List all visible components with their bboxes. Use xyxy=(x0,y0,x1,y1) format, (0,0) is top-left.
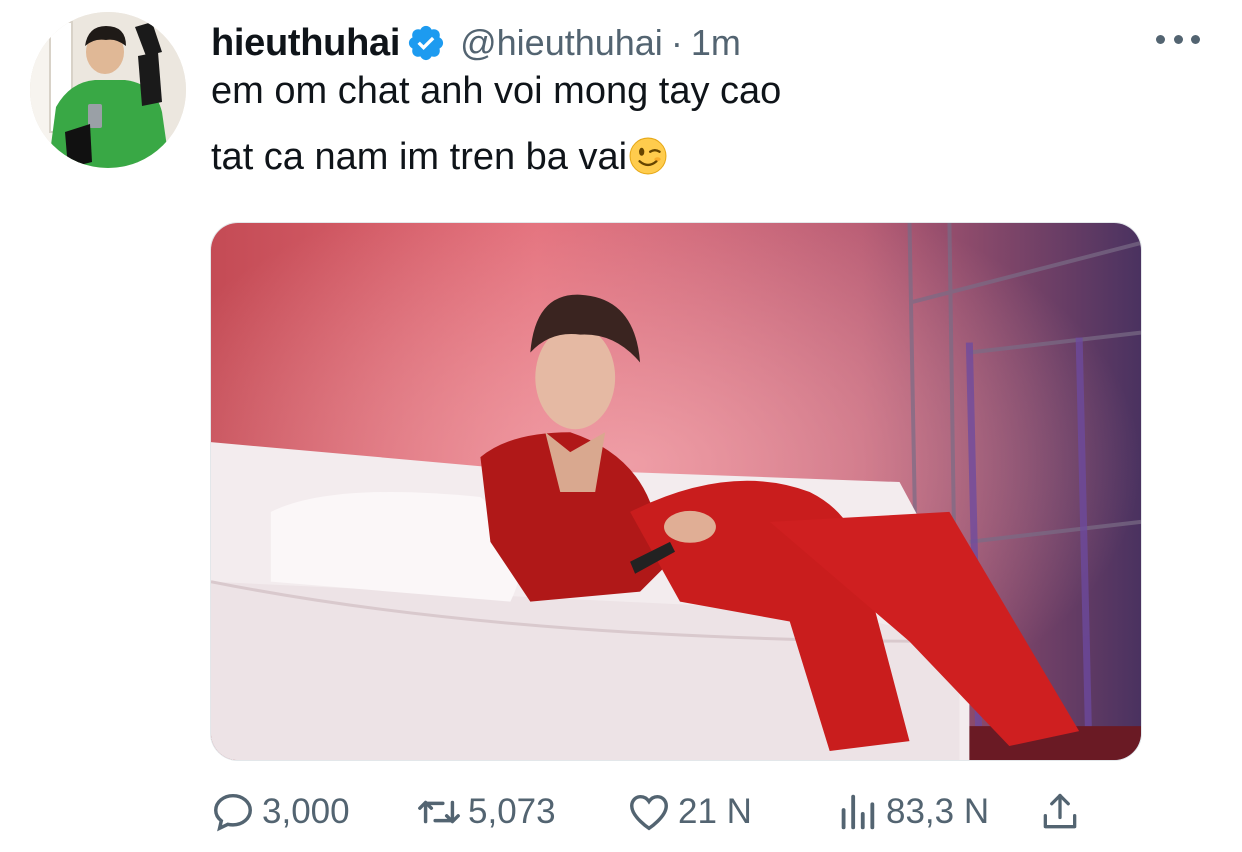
retweet-button[interactable]: 5,073 xyxy=(416,782,556,842)
heart-icon xyxy=(630,794,668,831)
tweet-text-line-2: tat ca nam im tren ba vai xyxy=(211,136,667,179)
more-dot-icon xyxy=(1173,34,1183,44)
tweet-actions-bar: 3,000 5,073 21 N 83,3 N xyxy=(210,782,1110,842)
profile-avatar[interactable] xyxy=(30,12,186,168)
tweet-media-image[interactable] xyxy=(210,222,1142,761)
timestamp[interactable]: 1m xyxy=(691,22,741,64)
share-button[interactable] xyxy=(1038,782,1088,842)
winking-face-emoji-icon xyxy=(629,137,667,175)
verified-badge-icon xyxy=(409,25,444,61)
tweet-text-line-1: em om chat anh voi mong tay cao xyxy=(211,70,782,112)
like-button[interactable]: 21 N xyxy=(626,782,752,842)
reply-button[interactable]: 3,000 xyxy=(210,782,350,842)
views-button[interactable]: 83,3 N xyxy=(834,782,989,842)
retweet-count: 5,073 xyxy=(468,792,556,831)
more-dot-icon xyxy=(1191,34,1200,44)
more-dot-icon xyxy=(1156,34,1165,44)
reply-icon xyxy=(214,793,252,832)
views-count: 83,3 N xyxy=(886,792,990,831)
views-chart-icon xyxy=(841,794,875,830)
separator-dot: · xyxy=(670,22,683,63)
username-handle[interactable]: @hieuthuhai xyxy=(460,22,663,64)
reply-count: 3,000 xyxy=(262,792,350,831)
tweet-text-line-2-text: tat ca nam im tren ba vai xyxy=(211,136,628,178)
tweet-header: hieuthuhai @hieuthuhai · 1m xyxy=(211,18,741,68)
retweet-icon xyxy=(418,800,460,824)
display-name[interactable]: hieuthuhai xyxy=(211,22,400,65)
share-icon xyxy=(1043,793,1077,829)
avatar-image xyxy=(30,12,186,168)
more-options-button[interactable] xyxy=(1156,24,1200,54)
like-count: 21 N xyxy=(678,792,752,831)
concert-photo xyxy=(211,223,1141,760)
